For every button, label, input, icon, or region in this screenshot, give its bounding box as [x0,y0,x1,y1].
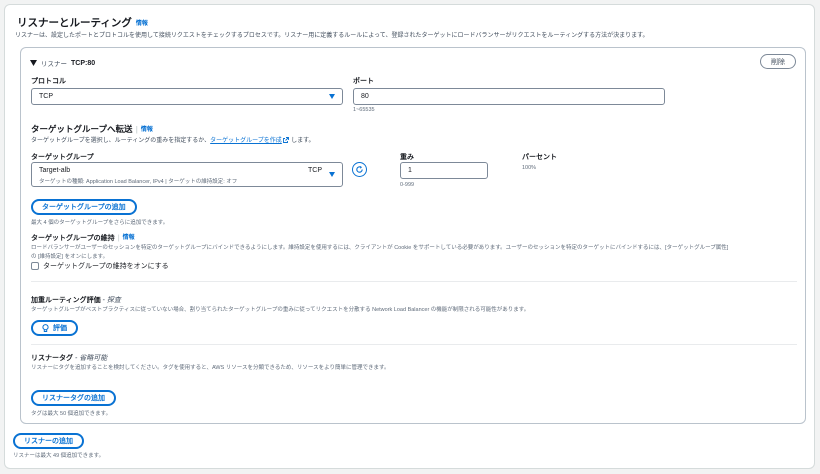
listener-tags-hint: タグは最大 50 個追加できます。 [31,411,112,417]
target-group-name: Target-alb [39,167,71,174]
protocol-value: TCP [39,93,53,100]
section-description: リスナーは、設定したポートとプロトコルを使用して接続リクエストをチェックするプロ… [15,33,649,39]
refresh-icon [356,165,363,173]
port-label: ポート [353,78,374,85]
percent-value: 100% [522,165,537,171]
stickiness-checkbox-row[interactable]: ターゲットグループの維持をオンにする [31,261,169,271]
target-group-protocol: TCP [308,167,322,174]
lightbulb-icon [42,323,49,332]
divider [31,281,797,282]
evaluate-button[interactable]: 評価 [31,320,78,336]
dropdown-icon [329,172,335,177]
weighted-routing-title: 加重ルーティング評価 - 探査 [31,297,121,304]
add-listener-button[interactable]: リスナーの追加 [13,433,84,449]
listener-toggle-label: リスナー [41,61,67,68]
port-input[interactable]: 80 [353,88,665,105]
forward-info-link[interactable]: 情報 [141,127,153,133]
add-listener-tag-button[interactable]: リスナータグの追加 [31,390,116,406]
forward-description: ターゲットグループを選択し、ルーティングの重みを指定するか、ターゲットグループを… [31,137,315,144]
checkbox-icon[interactable] [31,262,39,270]
add-listener-hint: リスナーは最大 49 個追加できます。 [13,453,105,459]
target-group-label: ターゲットグループ [31,154,94,161]
port-hint: 1~65535 [353,107,375,113]
percent-label: パーセント [522,154,557,161]
listener-tags-title: リスナータグ - 省略可能 [31,355,108,362]
weight-hint: 0-999 [400,182,415,188]
stickiness-checkbox-label: ターゲットグループの維持をオンにする [43,263,169,270]
stickiness-info-link[interactable]: 情報 [123,235,135,241]
refresh-button[interactable] [352,162,367,177]
listener-name: TCP:80 [71,59,96,67]
stickiness-title: ターゲットグループの維持 | 情報 [31,235,135,242]
stickiness-description-line2: の [維持設定] をオンにします。 [31,254,109,260]
caret-down-icon [30,60,37,66]
target-group-detail: ターゲットの種類: Application Load Balancer, IPv… [39,179,238,185]
stickiness-description-line1: ロードバランサーがユーザーのセッションを特定のターゲットグループにバインドできる… [31,245,729,251]
listener-card: リスナー TCP:80 削除 プロトコル TCP ポート 80 1~65535 … [20,47,806,424]
create-target-group-link[interactable]: ターゲットグループを作成 [210,138,282,144]
add-target-group-button[interactable]: ターゲットグループの追加 [31,199,137,215]
listener-tags-description: リスナーにタグを追加することを検討してください。タグを使用すると、AWS リソー… [31,365,390,371]
weight-label: 重み [400,154,414,161]
forward-title: ターゲットグループへ転送 | 情報 [31,124,153,134]
target-group-select[interactable]: Target-alb TCP ターゲットの種類: Application Loa… [31,162,343,187]
section-info-link[interactable]: 情報 [136,21,148,27]
weighted-routing-description: ターゲットグループがベストプラクティスに従っていない場合、割り当てられたターゲッ… [31,307,530,313]
listeners-routing-panel: リスナーとルーティング 情報 リスナーは、設定したポートとプロトコルを使用して接続… [4,4,815,469]
divider [31,344,797,345]
protocol-label: プロトコル [31,78,66,85]
external-link-icon [283,137,290,143]
add-target-group-hint: 最大 4 個のターゲットグループをさらに追加できます。 [31,220,169,226]
protocol-select[interactable]: TCP [31,88,343,105]
listener-toggle[interactable]: リスナー TCP:80 [30,58,95,68]
dropdown-icon [329,94,335,99]
weight-input[interactable]: 1 [400,162,488,179]
remove-listener-button[interactable]: 削除 [760,54,796,69]
section-title: リスナーとルーティング 情報 [17,17,148,29]
